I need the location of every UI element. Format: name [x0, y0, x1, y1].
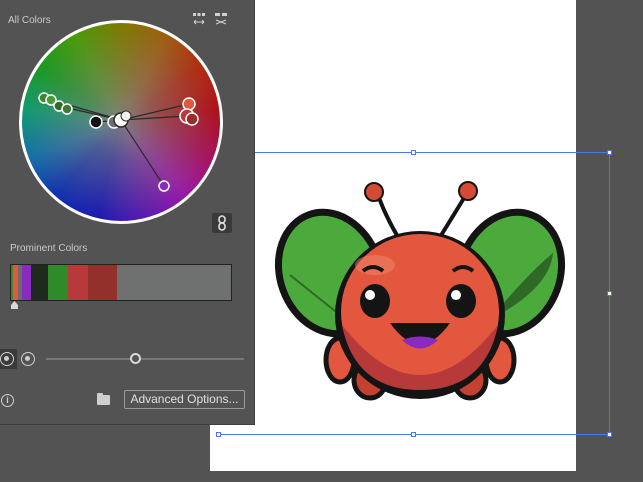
bug-illustration[interactable]: [270, 175, 570, 410]
brightness-slider-thumb[interactable]: [130, 353, 142, 364]
color-wheel[interactable]: [19, 20, 223, 224]
prominent-colors-bar[interactable]: [10, 264, 232, 301]
color-marker-green-4: [61, 103, 73, 115]
link-harmony-icon[interactable]: [212, 213, 232, 233]
color-mode-radio-2[interactable]: [21, 352, 35, 366]
color-marker-white: [120, 110, 132, 122]
color-marker-red-1: [182, 97, 196, 111]
resize-handle-middle-right[interactable]: [607, 291, 612, 296]
prominent-color-swatch[interactable]: [48, 265, 69, 300]
prominent-colors-marker[interactable]: [10, 301, 19, 310]
brightness-slider-track[interactable]: [46, 358, 244, 360]
folder-icon[interactable]: [97, 393, 110, 405]
prominent-color-swatch[interactable]: [21, 265, 31, 300]
info-icon[interactable]: i: [1, 394, 14, 407]
color-marker-red-3: [185, 112, 199, 126]
prominent-color-swatch[interactable]: [87, 265, 117, 300]
color-marker-black: [89, 115, 103, 129]
recolor-panel: All Colors Prominent Colors i Advanced O…: [0, 0, 255, 425]
resize-handle-top-right[interactable]: [607, 150, 612, 155]
prominent-color-swatch[interactable]: [68, 265, 88, 300]
resize-handle-top-middle[interactable]: [411, 150, 416, 155]
resize-handle-bottom-left[interactable]: [216, 432, 221, 437]
advanced-options-button[interactable]: Advanced Options...: [124, 390, 245, 409]
resize-handle-bottom-middle[interactable]: [411, 432, 416, 437]
color-marker-purple: [158, 180, 170, 192]
prominent-colors-label: Prominent Colors: [10, 243, 88, 254]
color-markers-layer[interactable]: [19, 20, 223, 224]
prominent-color-swatch[interactable]: [116, 265, 231, 300]
prominent-color-swatch[interactable]: [30, 265, 49, 300]
color-mode-radio-1[interactable]: [0, 352, 14, 366]
resize-handle-bottom-right[interactable]: [607, 432, 612, 437]
